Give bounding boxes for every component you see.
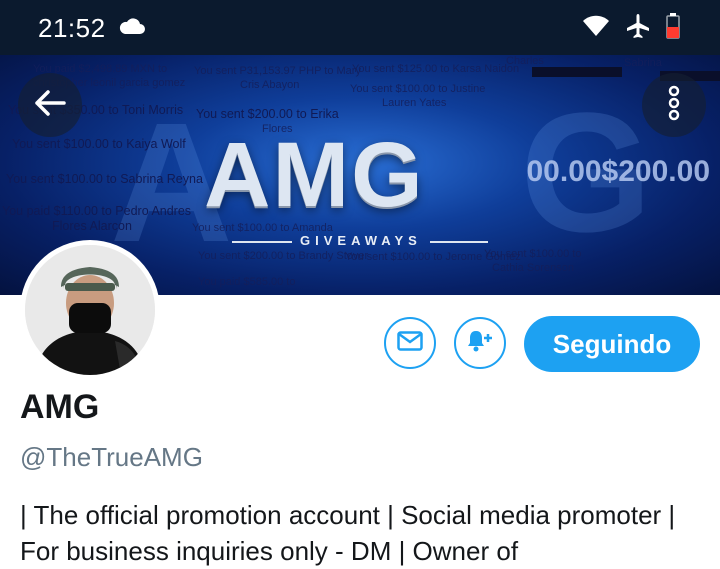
- banner-transaction: Charles: [506, 55, 544, 67]
- redaction-bar: [532, 67, 622, 77]
- profile-handle: @TheTrueAMG: [20, 442, 203, 472]
- banner-transaction: You paid $110.00 to Pedro Andres: [2, 204, 192, 218]
- avatar-photo: [25, 245, 155, 375]
- banner-logo-rule: [232, 241, 292, 243]
- profile-avatar[interactable]: [20, 240, 160, 380]
- profile-name: AMG: [20, 388, 100, 426]
- banner-transaction: Cris Abayon: [240, 79, 300, 91]
- message-button[interactable]: [384, 317, 436, 369]
- banner-transaction: Sabrina: [624, 57, 662, 69]
- banner-amount: 00.00$200.00: [526, 155, 710, 188]
- more-vertical-icon: [667, 85, 681, 126]
- banner-transaction: Lauren Yates: [382, 97, 447, 109]
- banner-transaction: You sent $100.00 to Sabrina Reyna: [6, 172, 203, 186]
- banner-logo-rule: [430, 241, 488, 243]
- banner-transaction: You sent P31,153.97 PHP to Mary: [194, 65, 361, 77]
- banner-transaction: You sent $100.00 to: [484, 248, 582, 260]
- bell-plus-icon: [466, 328, 494, 359]
- banner-transaction: You sent $125.00 to Karsa Naidon: [352, 63, 520, 75]
- banner-transaction: You sent $200.00 to Brandy Stover: [198, 250, 369, 262]
- banner-logo-subtitle: GIVEAWAYS: [300, 233, 422, 248]
- status-time: 21:52: [38, 13, 106, 43]
- banner-transaction: Flores Alarcon: [52, 219, 132, 233]
- banner-transaction: You sent $100.00 to Justine: [350, 83, 486, 95]
- airplane-mode-icon: [626, 13, 650, 44]
- status-bar: 21:52: [0, 0, 720, 55]
- more-options-button[interactable]: [642, 73, 706, 137]
- banner-transaction: You paid $585.00 to: [198, 276, 296, 288]
- arrow-left-icon: [34, 89, 66, 122]
- banner-transaction: Cathia Sorenson: [492, 262, 574, 274]
- banner-transaction: You sent $100.00 to Kaiya Wolf: [12, 137, 186, 151]
- banner-transaction: You sent $200.00 to Erika: [196, 107, 339, 121]
- envelope-icon: [397, 330, 423, 356]
- banner-logo: AMG: [204, 124, 425, 226]
- notifications-button[interactable]: [454, 317, 506, 369]
- back-button[interactable]: [18, 73, 82, 137]
- battery-icon: [666, 13, 680, 44]
- wifi-icon: [582, 15, 610, 42]
- profile-bio: | The official promotion account | Socia…: [20, 500, 676, 566]
- following-button[interactable]: Seguindo: [524, 316, 700, 372]
- cloud-icon: [118, 16, 146, 41]
